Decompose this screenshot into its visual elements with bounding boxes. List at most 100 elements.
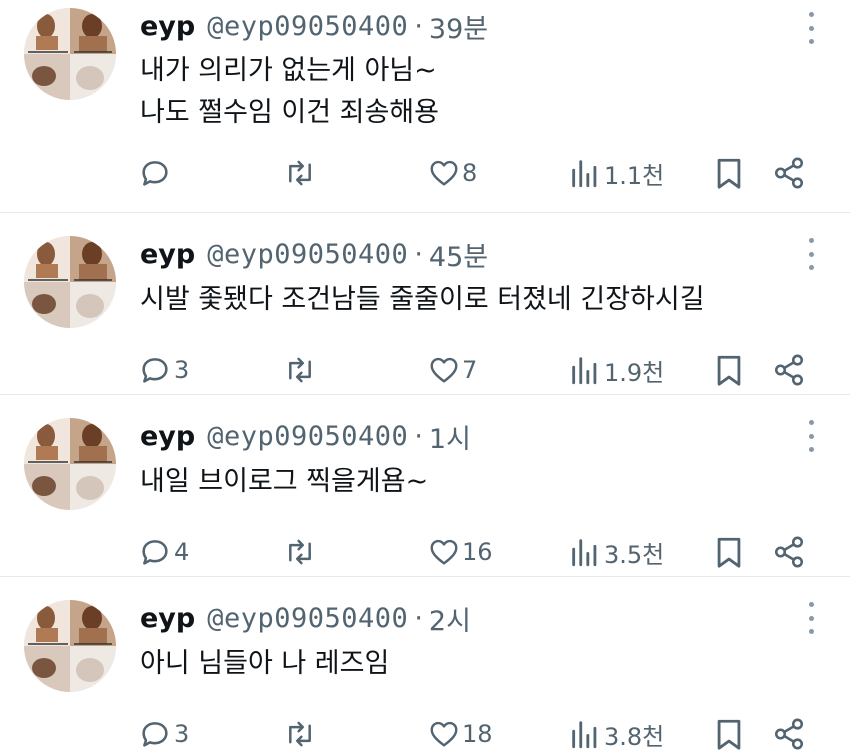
reply-count: 4 xyxy=(174,538,190,566)
tweet-header: eyp @eyp09050400 · 1시 xyxy=(140,416,471,456)
bookmark-button[interactable] xyxy=(714,350,744,390)
user-handle[interactable]: @eyp09050400 xyxy=(207,421,408,452)
like-button[interactable]: 18 xyxy=(428,714,493,754)
bookmark-icon xyxy=(717,158,741,189)
tweet-header: eyp @eyp09050400 · 45분 xyxy=(140,234,488,274)
timestamp[interactable]: 1시 xyxy=(429,417,471,456)
reply-icon xyxy=(142,358,168,383)
tweet[interactable]: eyp @eyp09050400 · 2시 아니 님들아 나 레즈임 3 18 xyxy=(0,577,850,751)
reply-button[interactable] xyxy=(138,153,174,193)
retweet-button[interactable] xyxy=(282,153,320,193)
action-bar: 3 18 3.8천 xyxy=(0,714,850,754)
tweet[interactable]: eyp @eyp09050400 · 45분 시발 좇됐다 조건남들 줄줄이로 … xyxy=(0,213,850,395)
share-button[interactable] xyxy=(772,350,806,390)
share-icon xyxy=(774,157,804,189)
retweet-button[interactable] xyxy=(282,714,320,754)
separator: · xyxy=(414,10,423,42)
display-name[interactable]: eyp xyxy=(140,239,195,270)
tweet-text-line: 시발 좇됐다 조건남들 줄줄이로 터졌네 긴장하시길 xyxy=(140,284,705,315)
avatar[interactable] xyxy=(24,236,116,328)
retweet-button[interactable] xyxy=(282,532,320,572)
separator: · xyxy=(414,420,423,452)
bookmark-button[interactable] xyxy=(714,714,744,754)
tweet-header: eyp @eyp09050400 · 39분 xyxy=(140,6,488,46)
timestamp[interactable]: 45분 xyxy=(429,235,488,274)
reply-button[interactable]: 3 xyxy=(138,714,189,754)
tweet-feed: eyp @eyp09050400 · 39분 내가 의리가 없는게 아님~ 나도… xyxy=(0,0,850,751)
tweet-text-line: 나도 쩔수임 이건 죄송해용 xyxy=(140,97,439,128)
avatar[interactable] xyxy=(24,8,116,100)
views-button[interactable]: 3.8천 xyxy=(568,714,664,754)
tweet-text: 아니 님들아 나 레즈임 xyxy=(140,643,389,685)
like-count: 7 xyxy=(462,356,478,384)
display-name[interactable]: eyp xyxy=(140,421,195,452)
user-handle[interactable]: @eyp09050400 xyxy=(207,603,408,634)
heart-icon xyxy=(430,539,458,565)
like-count: 8 xyxy=(462,159,478,187)
tweet-header: eyp @eyp09050400 · 2시 xyxy=(140,598,471,638)
timestamp[interactable]: 39분 xyxy=(429,7,488,46)
share-icon xyxy=(774,354,804,386)
retweet-icon xyxy=(289,539,311,565)
views-chart-icon xyxy=(572,539,597,567)
retweet-button[interactable] xyxy=(282,350,320,390)
view-count: 3.8천 xyxy=(604,722,665,751)
more-options-icon[interactable] xyxy=(806,602,816,634)
user-handle[interactable]: @eyp09050400 xyxy=(207,11,408,42)
more-options-icon[interactable] xyxy=(806,12,816,44)
tweet[interactable]: eyp @eyp09050400 · 1시 내일 브이로그 찍을게욤~ 4 16 xyxy=(0,395,850,577)
tweet-text-line: 내일 브이로그 찍을게욤~ xyxy=(140,466,429,497)
reply-count: 3 xyxy=(174,356,190,384)
views-button[interactable]: 3.5천 xyxy=(568,532,664,572)
action-bar: 8 1.1천 xyxy=(0,153,850,193)
separator: · xyxy=(414,602,423,634)
tweet-text: 내일 브이로그 찍을게욤~ xyxy=(140,461,428,503)
retweet-icon xyxy=(289,357,311,383)
timestamp[interactable]: 2시 xyxy=(429,599,471,638)
separator: · xyxy=(414,238,423,270)
views-button[interactable]: 1.9천 xyxy=(568,350,664,390)
reply-count: 3 xyxy=(174,720,190,748)
avatar[interactable] xyxy=(24,600,116,692)
heart-icon xyxy=(430,357,458,383)
tweet-text: 내가 의리가 없는게 아님~ 나도 쩔수임 이건 죄송해용 xyxy=(140,50,439,134)
reply-button[interactable]: 4 xyxy=(138,532,189,572)
user-handle[interactable]: @eyp09050400 xyxy=(207,239,408,270)
avatar[interactable] xyxy=(24,418,116,510)
like-count: 18 xyxy=(462,720,493,748)
action-bar: 4 16 3.5천 xyxy=(0,532,850,572)
tweet[interactable]: eyp @eyp09050400 · 39분 내가 의리가 없는게 아님~ 나도… xyxy=(0,0,850,213)
action-bar: 3 7 1.9천 xyxy=(0,350,850,390)
view-count: 3.5천 xyxy=(604,540,665,569)
retweet-icon xyxy=(289,160,311,186)
views-button[interactable]: 1.1천 xyxy=(568,153,664,193)
more-options-icon[interactable] xyxy=(806,238,816,270)
share-icon xyxy=(774,536,804,568)
like-button[interactable]: 16 xyxy=(428,532,493,572)
bookmark-button[interactable] xyxy=(714,153,744,193)
bookmark-button[interactable] xyxy=(714,532,744,572)
share-button[interactable] xyxy=(772,153,806,193)
bookmark-icon xyxy=(717,355,741,386)
views-chart-icon xyxy=(572,357,597,385)
display-name[interactable]: eyp xyxy=(140,603,195,634)
view-count: 1.9천 xyxy=(604,358,665,387)
reply-icon xyxy=(142,540,168,565)
reply-button[interactable]: 3 xyxy=(138,350,189,390)
reply-icon xyxy=(142,161,168,186)
heart-icon xyxy=(430,160,458,186)
more-options-icon[interactable] xyxy=(806,420,816,452)
bookmark-icon xyxy=(717,537,741,568)
tweet-text-line: 아니 님들아 나 레즈임 xyxy=(140,648,390,679)
views-chart-icon xyxy=(572,160,597,188)
view-count: 1.1천 xyxy=(604,161,665,190)
heart-icon xyxy=(430,721,458,747)
share-button[interactable] xyxy=(772,532,806,572)
display-name[interactable]: eyp xyxy=(140,11,195,42)
like-button[interactable]: 8 xyxy=(428,153,477,193)
share-button[interactable] xyxy=(772,714,806,754)
tweet-text-line: 내가 의리가 없는게 아님~ xyxy=(140,55,437,86)
like-count: 16 xyxy=(462,538,493,566)
tweet-text: 시발 좇됐다 조건남들 줄줄이로 터졌네 긴장하시길 xyxy=(140,279,705,321)
like-button[interactable]: 7 xyxy=(428,350,477,390)
